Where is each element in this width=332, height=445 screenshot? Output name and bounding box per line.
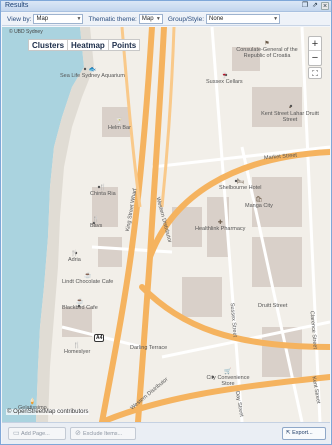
poi-healthlink-pharmacy[interactable]: ✚ Healthlink Pharmacy	[195, 220, 245, 232]
bottom-bar: ▭Add Page... ⊘ Exclude Items... ⇱ Export.…	[2, 422, 330, 444]
poi-blackbird-cafe[interactable]: ☕ Blackbird Cafe	[62, 299, 98, 311]
view-by-label: View by:	[7, 15, 32, 23]
popout-icon[interactable]: ⇗	[311, 2, 319, 10]
results-window: Results ❐ ⇗ × View by: Map ▼ Thematic th…	[0, 0, 332, 445]
poi-manga-city[interactable]: 🛍 Manga City	[245, 197, 273, 209]
thematic-select[interactable]: Map ▼	[138, 14, 163, 24]
close-icon[interactable]: ×	[321, 2, 329, 10]
osm-attribution[interactable]: © OpenStreetMap contributors	[6, 409, 90, 415]
poi-kent-street[interactable]: ▪ Kent Street Lahar Druitt Street	[260, 105, 320, 123]
poi-helm-bar[interactable]: 🍸 Helm Bar	[108, 119, 131, 131]
poi-consulate[interactable]: ⚑ Consulate-General of the Republic of C…	[232, 41, 302, 59]
mode-heatmap[interactable]: Heatmap	[67, 40, 108, 50]
mode-clusters[interactable]: Clusters	[29, 40, 67, 50]
poi-aquarium[interactable]: 🐟 Sea Life Sydney Aquarium	[60, 67, 125, 79]
thematic-value: Map	[141, 16, 154, 22]
poi-adria[interactable]: 🍴 Adria	[68, 251, 81, 263]
map-view[interactable]: © UBD Sydney Clusters Heatmap Points + −…	[2, 27, 330, 422]
poi-sussex-cellars[interactable]: 🍷 Sussex Cellars	[206, 73, 243, 85]
poi-shelbourne-hotel[interactable]: 🛏 Shelbourne Hotel	[219, 179, 262, 191]
view-by-value: Map	[36, 16, 49, 22]
buildings	[62, 47, 302, 377]
poi-lindt-cafe[interactable]: ☕ Lindt Chocolate Cafe	[62, 273, 113, 285]
map-mode-toggle: Clusters Heatmap Points	[28, 39, 141, 51]
route-shield: A4	[94, 334, 105, 342]
mode-points[interactable]: Points	[107, 40, 139, 50]
group-by-value: None	[209, 16, 224, 22]
exclude-items-button[interactable]: ⊘ Exclude Items...	[70, 427, 136, 440]
poi-chinta-ria[interactable]: 🍴 Chinta Ria	[90, 185, 116, 197]
window-title: Results	[5, 2, 29, 9]
group-by-label: Group/Style:	[167, 15, 205, 23]
titlebar: Results ❐ ⇗ ×	[1, 1, 331, 12]
window-controls: ❐ ⇗ ×	[301, 2, 329, 10]
attribution-top: © UBD Sydney	[9, 29, 43, 35]
poi-bavs[interactable]: 🍴 Bavs	[90, 217, 102, 229]
street-darling-terrace: Darling Terrace	[130, 345, 168, 351]
street-druitt: Druitt Street	[258, 303, 288, 309]
export-button[interactable]: ⇱ Export...	[282, 427, 326, 440]
zoom-extent-button[interactable]: ⛶	[308, 67, 322, 79]
zoom-in-button[interactable]: +	[309, 37, 321, 51]
zoom-out-button[interactable]: −	[309, 51, 321, 65]
poi-homeslyer[interactable]: 🍴 Homeslyer	[64, 343, 90, 355]
group-by-select[interactable]: None ▼	[206, 14, 281, 24]
chevron-down-icon: ▼	[155, 16, 161, 22]
restore-icon[interactable]: ❐	[301, 2, 309, 10]
chevron-down-icon: ▼	[273, 16, 279, 22]
zoom-control: + −	[308, 36, 322, 66]
chevron-down-icon: ▼	[76, 16, 82, 22]
poi-city-convenience-store[interactable]: 🛒 City Convenience Store	[206, 369, 250, 387]
toolbar: View by: Map ▼ Thematic theme: Map ▼ Gro…	[2, 13, 330, 26]
thematic-label: Thematic theme:	[88, 15, 137, 23]
add-page-button[interactable]: ▭Add Page...	[8, 427, 66, 440]
add-icon: ▭	[13, 430, 20, 437]
exclude-icon: ⊘	[75, 430, 81, 437]
view-by-select[interactable]: Map ▼	[33, 14, 84, 24]
